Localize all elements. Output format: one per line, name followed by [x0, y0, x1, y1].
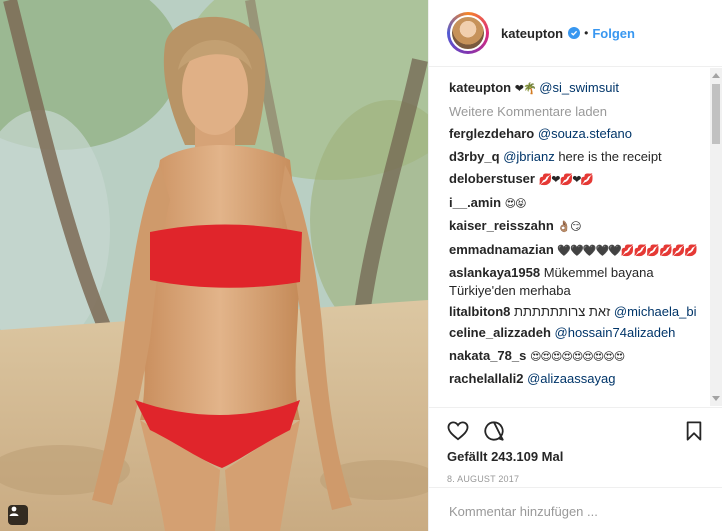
load-more-comments-link[interactable]: Weitere Kommentare laden — [449, 101, 699, 124]
comment-text: 🖤🖤🖤🖤🖤💋💋💋💋💋💋 — [557, 243, 698, 257]
comment-username[interactable]: d3rby_q — [449, 149, 500, 164]
post-actions: Gefällt 243.109 Mal 8. AUGUST 2017 — [429, 407, 722, 484]
comment-mention[interactable]: @hossain74alizadeh — [555, 325, 676, 340]
post-sidebar: kateupton • Folgen kateupton ❤🌴 @si_swim… — [428, 0, 722, 531]
photo-illustration — [0, 0, 428, 531]
comment-item: d3rby_q @jbrianz here is the receipt — [449, 146, 699, 169]
comment-username[interactable]: litalbiton8 — [449, 304, 510, 319]
comment-username[interactable]: aslankaya1958 — [449, 265, 540, 280]
comment-username[interactable]: celine_alizzadeh — [449, 325, 551, 340]
heart-icon[interactable] — [445, 418, 471, 444]
comment-mention[interactable]: @alizaassayag — [527, 371, 615, 386]
avatar[interactable] — [447, 12, 489, 54]
comment-username[interactable]: ferglezdeharo — [449, 126, 534, 141]
separator-dot: • — [584, 26, 589, 40]
comment-mention[interactable]: @souza.stefano — [538, 126, 632, 141]
action-icons-row — [445, 416, 707, 446]
comment-item: aslankaya1958 Mükemmel bayana Türkiye'de… — [449, 262, 699, 302]
comment-mention[interactable]: @jbrianz — [503, 149, 555, 164]
caption: kateupton ❤🌴 @si_swimsuit — [449, 77, 699, 101]
comment-text: here is the receipt — [558, 148, 662, 164]
user-tag-icon[interactable] — [8, 505, 28, 525]
comment-text: 😍😝 — [504, 196, 527, 210]
comment-text: זאת צרותתתתתת — [514, 304, 611, 319]
comment-item: nakata_78_s 😍😍😍😍😍😍😍😍😍 — [449, 345, 699, 369]
comment-item: rachelallali2 @alizaassayag — [449, 368, 699, 391]
comment-input[interactable] — [449, 504, 689, 519]
comment-item: litalbiton8 זאת צרותתתתתת @michaela_bi — [449, 302, 699, 322]
comment-username[interactable]: nakata_78_s — [449, 348, 526, 363]
comment-mention[interactable]: @michaela_bi — [614, 304, 697, 319]
post-photo[interactable] — [0, 0, 428, 531]
comments-list: kateupton ❤🌴 @si_swimsuit Weitere Kommen… — [429, 68, 711, 406]
likes-count[interactable]: Gefällt 243.109 Mal — [445, 449, 707, 464]
scroll-down-arrow-icon[interactable] — [712, 396, 720, 401]
comment-text: 💋❤💋❤💋 — [538, 173, 595, 186]
comment-text: 😍😍😍😍😍😍😍😍😍 — [529, 349, 625, 363]
header-username[interactable]: kateupton — [501, 26, 563, 41]
comment-username[interactable]: kaiser_reisszahn — [449, 218, 554, 233]
add-comment-section — [429, 487, 722, 531]
comment-item: deloberstuser 💋❤💋❤💋 — [449, 168, 699, 192]
comments-scrollbar[interactable] — [710, 68, 722, 406]
comment-icon[interactable] — [481, 418, 507, 444]
comment-username[interactable]: i__.amin — [449, 195, 501, 210]
avatar-image — [450, 15, 486, 51]
bookmark-icon[interactable] — [681, 418, 707, 444]
comment-item: kaiser_reisszahn 👌🏽😏 — [449, 215, 699, 239]
comment-item: emmadnamazian 🖤🖤🖤🖤🖤💋💋💋💋💋💋 — [449, 239, 699, 263]
comment-username[interactable]: deloberstuser — [449, 171, 535, 186]
comment-username[interactable]: emmadnamazian — [449, 242, 554, 257]
comment-text: 👌🏽😏 — [557, 220, 581, 233]
scroll-up-arrow-icon[interactable] — [712, 73, 720, 78]
comment-item: celine_alizzadeh @hossain74alizadeh — [449, 322, 699, 345]
caption-username[interactable]: kateupton — [449, 80, 511, 95]
verified-badge-icon — [568, 27, 581, 39]
comment-item: i__.amin 😍😝 — [449, 192, 699, 216]
caption-emojis: ❤🌴 — [514, 82, 537, 95]
comment-username[interactable]: rachelallali2 — [449, 371, 523, 386]
comment-item: ferglezdeharo @souza.stefano — [449, 123, 699, 146]
instagram-post-modal: kateupton • Folgen kateupton ❤🌴 @si_swim… — [0, 0, 722, 531]
post-header: kateupton • Folgen — [429, 0, 722, 67]
follow-button[interactable]: Folgen — [592, 26, 635, 41]
post-date: 8. AUGUST 2017 — [447, 474, 520, 484]
caption-mention[interactable]: @si_swimsuit — [539, 80, 619, 95]
scrollbar-thumb[interactable] — [712, 84, 720, 144]
